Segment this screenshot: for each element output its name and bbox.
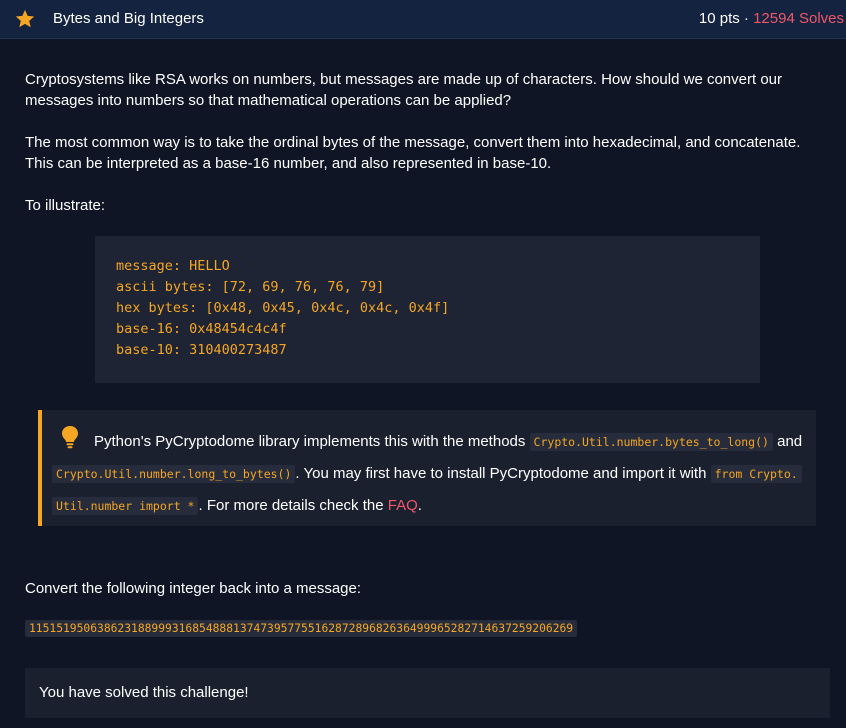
method-paragraph: The most common way is to take the ordin… xyxy=(25,134,801,172)
task-prompt: Convert the following integer back into … xyxy=(25,580,362,597)
solves-count: 12594 Solves xyxy=(753,10,844,27)
code-line: base-16: 0x48454c4c4f xyxy=(116,321,287,337)
star-icon[interactable] xyxy=(14,8,36,30)
example-code-block: message: HELLO ascii bytes: [72, 69, 76,… xyxy=(95,236,760,383)
hint-text-part: . xyxy=(417,497,422,514)
faq-link[interactable]: FAQ xyxy=(388,497,418,514)
hint-text-part: . You may first have to install PyCrypto… xyxy=(295,465,711,482)
solved-message: You have solved this challenge! xyxy=(39,684,249,701)
hint-text-part: and xyxy=(772,433,803,450)
challenge-header[interactable]: Bytes and Big Integers 10 pts · 12594 So… xyxy=(0,0,846,39)
code-line: ascii bytes: [72, 69, 76, 76, 79] xyxy=(116,279,385,295)
inline-code-long-to-bytes: Crypto.Util.number.long_to_bytes() xyxy=(52,465,296,483)
code-line: base-10: 310400273487 xyxy=(116,342,287,358)
challenge-integer[interactable]: 1151519506386231889993168548881374739577… xyxy=(25,620,578,637)
hint-text-part: Python's PyCryptodome library implements… xyxy=(94,433,530,450)
inline-code-bytes-to-long: Crypto.Util.number.bytes_to_long() xyxy=(529,433,773,451)
illustrate-label: To illustrate: xyxy=(25,197,106,214)
inline-code-import-part2: Util.number import * xyxy=(52,497,199,515)
code-line: hex bytes: [0x48, 0x45, 0x4c, 0x4c, 0x4f… xyxy=(116,300,450,316)
hint-callout: Python's PyCryptodome library implements… xyxy=(38,410,816,526)
intro-paragraph: Cryptosystems like RSA works on numbers,… xyxy=(25,71,782,109)
solved-status-box: You have solved this challenge! xyxy=(25,668,830,718)
hint-text: Python's PyCryptodome library implements… xyxy=(52,426,812,522)
inline-code-import-part1: from Crypto. xyxy=(710,465,802,483)
stats-separator: · xyxy=(739,10,754,27)
points-label: 10 pts xyxy=(698,10,740,27)
challenge-title: Bytes and Big Integers xyxy=(53,10,204,27)
hint-text-part: . For more details check the xyxy=(198,497,388,514)
challenge-stats: 10 pts · 12594 Solves xyxy=(699,10,844,27)
code-line: message: HELLO xyxy=(116,258,230,274)
